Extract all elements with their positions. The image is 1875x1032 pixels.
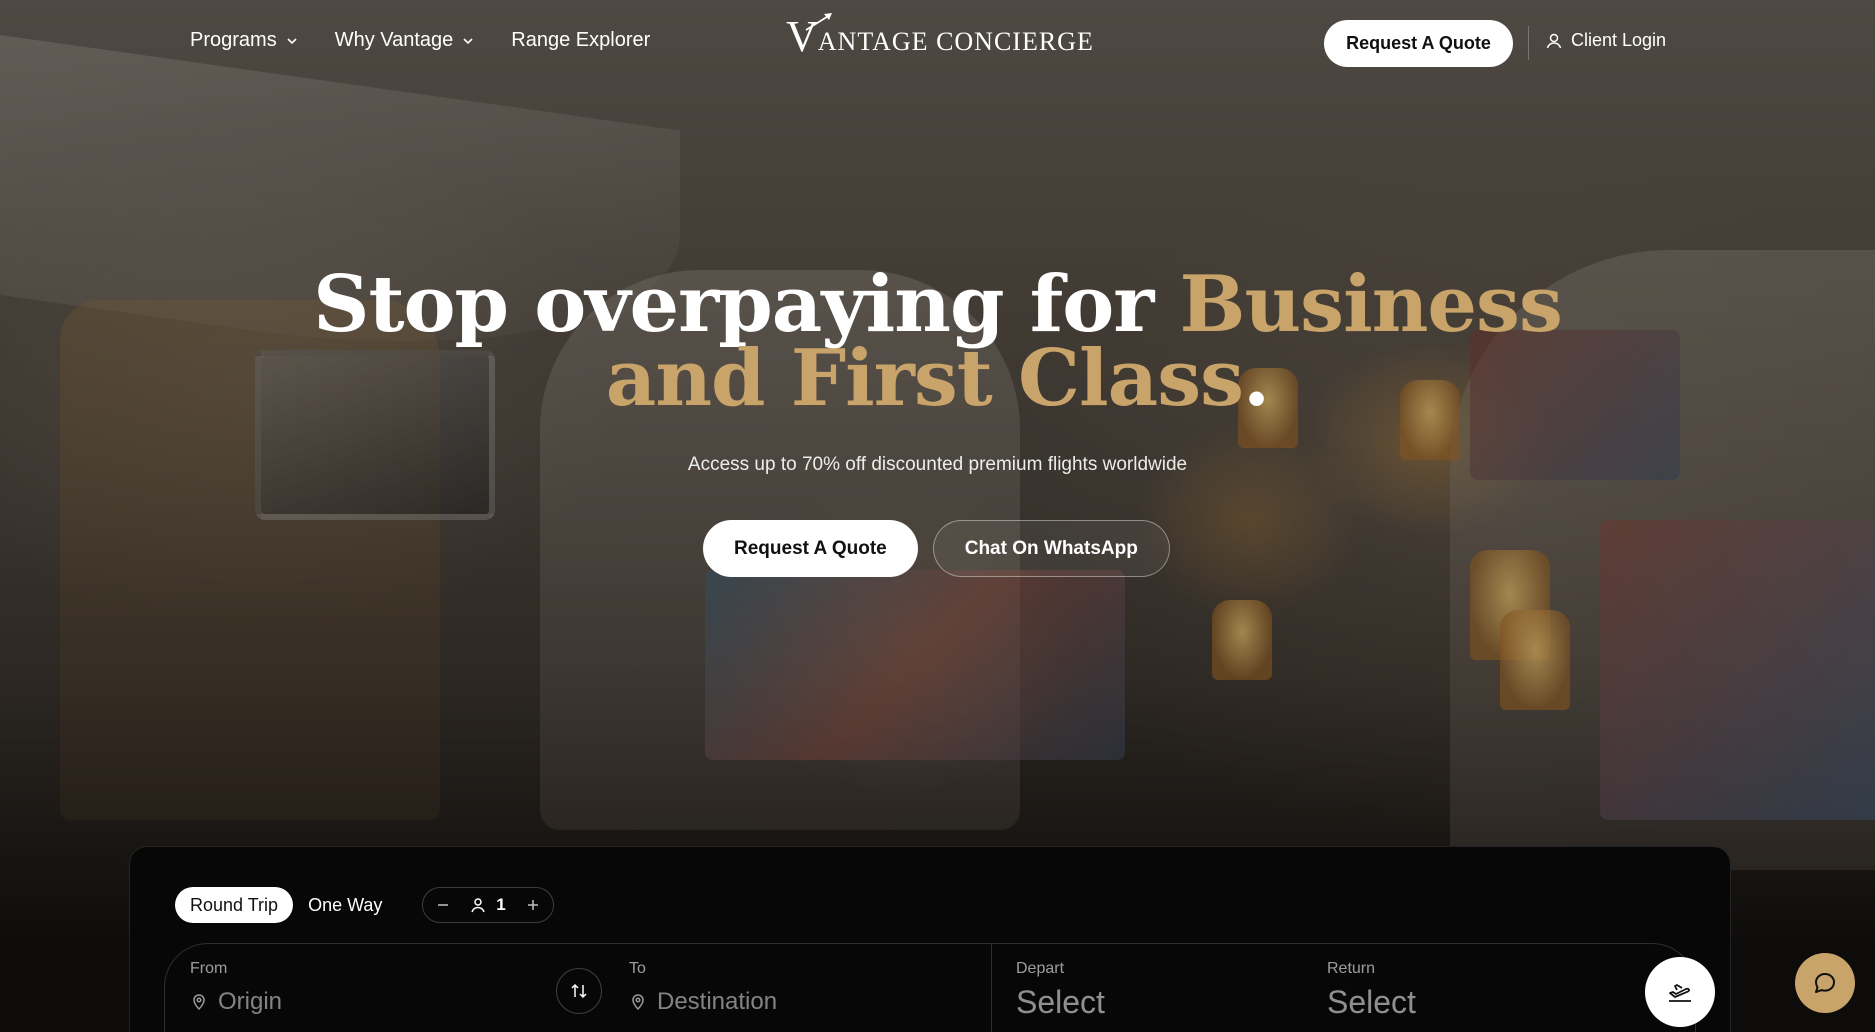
swap-locations-button[interactable] <box>556 968 602 1014</box>
depart-select[interactable]: Select <box>1016 984 1105 1021</box>
site-header: Programs Why Vantage Range Explorer V AN… <box>0 0 1875 86</box>
nav-item-label: Programs <box>190 29 277 51</box>
hero-subtitle: Access up to 70% off discounted premium … <box>687 454 1188 475</box>
return-label: Return <box>1327 960 1376 977</box>
field-divider <box>991 944 992 1032</box>
tab-round-trip[interactable]: Round Trip <box>175 887 294 923</box>
request-quote-button[interactable]: Request A Quote <box>1324 20 1513 67</box>
from-input[interactable]: Origin <box>190 988 282 1016</box>
from-field[interactable]: From Origin <box>190 944 550 1032</box>
user-icon <box>1546 33 1562 48</box>
return-select[interactable]: Select <box>1327 984 1416 1021</box>
nav-item-range-explorer[interactable]: Range Explorer <box>511 29 650 52</box>
plane-swoosh-icon <box>805 13 832 31</box>
chat-whatsapp-button[interactable]: Chat On WhatsApp <box>932 520 1170 577</box>
decrement-passengers-button[interactable] <box>435 897 451 913</box>
header-divider <box>1528 26 1529 60</box>
from-label: From <box>190 960 228 977</box>
to-field[interactable]: To Destination <box>629 944 969 1032</box>
to-label: To <box>629 960 646 977</box>
tab-one-way[interactable]: One Way <box>293 887 397 923</box>
to-placeholder: Destination <box>657 988 778 1015</box>
hero-title: Stop overpaying for Business and First C… <box>300 266 1575 418</box>
return-field[interactable]: Return Select <box>1327 944 1607 1032</box>
hero-actions: Request A Quote Chat On WhatsApp <box>703 520 1170 577</box>
brand-logo[interactable]: V ANTAGE CONCIERGE <box>786 12 1094 62</box>
trip-type-tabs: Round Trip One Way <box>175 887 397 923</box>
passenger-stepper: 1 <box>422 887 554 923</box>
nav-item-label: Why Vantage <box>334 29 454 51</box>
logo-text: ANTAGE CONCIERGE <box>817 27 1094 56</box>
flight-search-card: Round Trip One Way 1 From Origin To Dest… <box>129 846 1731 1032</box>
search-flights-button[interactable] <box>1645 957 1715 1027</box>
from-placeholder: Origin <box>218 988 283 1015</box>
passenger-count-value: 1 <box>496 895 506 914</box>
nav-item-programs[interactable]: Programs <box>190 29 299 52</box>
user-icon <box>471 898 485 913</box>
swap-vertical-icon <box>571 983 587 999</box>
hero-title-period: . <box>1243 333 1270 424</box>
search-fields: From Origin To Destination Depart Select… <box>164 943 1715 1032</box>
map-pin-icon <box>193 994 205 1011</box>
chevron-down-icon <box>287 37 297 44</box>
plus-icon <box>528 900 538 910</box>
chat-widget-button[interactable] <box>1795 953 1855 1013</box>
client-login-label: Client Login <box>1571 30 1667 50</box>
minus-icon <box>438 904 448 906</box>
nav-item-why-vantage[interactable]: Why Vantage <box>335 29 476 52</box>
map-pin-icon <box>632 994 644 1011</box>
nav-item-label: Range Explorer <box>511 29 651 51</box>
main-nav: Programs Why Vantage Range Explorer <box>190 29 650 52</box>
client-login-link[interactable]: Client Login <box>1545 30 1666 51</box>
plane-departure-icon <box>1669 984 1691 1002</box>
passenger-count: 1 <box>470 895 506 915</box>
hero-request-quote-button[interactable]: Request A Quote <box>703 520 918 577</box>
increment-passengers-button[interactable] <box>525 897 541 913</box>
depart-field[interactable]: Depart Select <box>1016 944 1316 1032</box>
chevron-down-icon <box>463 37 473 44</box>
page: Programs Why Vantage Range Explorer V AN… <box>0 0 1875 1032</box>
chat-bubble-icon <box>1815 973 1835 993</box>
to-input[interactable]: Destination <box>629 988 777 1016</box>
depart-label: Depart <box>1016 960 1065 977</box>
